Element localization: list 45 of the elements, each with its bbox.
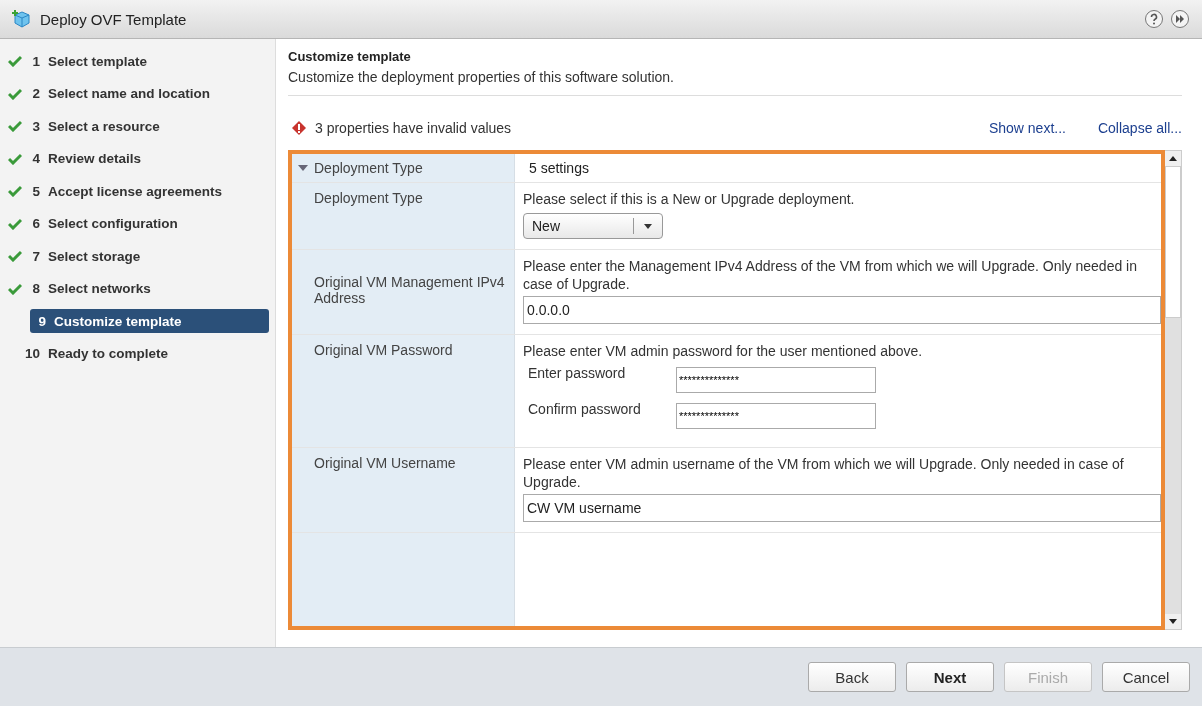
input-field[interactable]: 0.0.0.0 xyxy=(523,296,1161,324)
dialog-button[interactable]: Next xyxy=(906,662,994,692)
settings-count: 5 settings xyxy=(529,160,589,176)
property-label: Original VM Password xyxy=(314,342,454,358)
wizard-step[interactable]: 9 Customize template xyxy=(30,309,269,333)
property-description: Please select if this is a New or Upgrade deployment. xyxy=(523,190,856,208)
page-subtitle: Customize the deployment properties of this software solution. xyxy=(288,69,675,85)
link[interactable]: Collapse all... xyxy=(1097,120,1182,136)
up-arrow-icon[interactable] xyxy=(1169,156,1177,161)
property-label: Original VM Management IPv4 Address xyxy=(314,274,506,306)
triangle-icon xyxy=(298,165,308,171)
help-icon[interactable] xyxy=(1144,9,1164,29)
wizard-step[interactable]: 6 Select configuration xyxy=(8,211,269,236)
dialog-button[interactable]: Cancel xyxy=(1102,662,1190,692)
link[interactable]: Show next... xyxy=(988,120,1066,136)
wizard-step[interactable]: 7 Select storage xyxy=(8,244,269,268)
double-chevron-icon[interactable] xyxy=(1170,9,1190,29)
validation-message: 3 properties have invalid values xyxy=(315,120,512,136)
wizard-step[interactable]: 4 Review details xyxy=(8,146,269,171)
property-label: Original VM Username xyxy=(314,455,457,471)
field-label: Confirm password xyxy=(528,401,642,417)
password-field[interactable]: ************** xyxy=(676,367,876,393)
down-arrow-icon[interactable] xyxy=(1169,619,1177,624)
wizard-step[interactable]: 2 Select name and location xyxy=(8,81,269,106)
page-title: Customize template xyxy=(288,49,412,64)
caret-icon xyxy=(644,223,652,229)
property-description: Please enter VM admin password for the user mentioned above. xyxy=(523,342,924,360)
group-header[interactable]: Deployment Type xyxy=(292,154,515,182)
wizard-step[interactable]: 1 Select template xyxy=(8,49,269,73)
wizard-step[interactable]: 8 Select networks xyxy=(8,276,269,301)
field-label: Enter password xyxy=(528,365,627,381)
wizard-step[interactable]: 3 Select a resource xyxy=(8,114,269,138)
property-description: Please enter VM admin username of the VM from which we will Upgrade. Only needed in case of Upgrade. xyxy=(523,455,1125,491)
dialog-button[interactable]: Back xyxy=(808,662,896,692)
input-field[interactable]: CW VM username xyxy=(523,494,1161,522)
wizard-step[interactable]: 10 Ready to complete xyxy=(8,341,269,366)
wizard-step[interactable]: 5 Accept license agreements xyxy=(8,179,269,203)
scrollbar[interactable] xyxy=(1165,150,1182,630)
error-icon xyxy=(291,120,307,136)
password-field[interactable]: ************** xyxy=(676,403,876,429)
cube-icon xyxy=(12,9,32,29)
dropdown[interactable]: New xyxy=(523,213,663,239)
window-title: Deploy OVF Template xyxy=(40,10,187,28)
property-label: Deployment Type xyxy=(314,190,424,206)
property-description: Please enter the Management IPv4 Address of the VM from which we will Upgrade. Only needed in case of Upgrade. xyxy=(523,257,1138,293)
